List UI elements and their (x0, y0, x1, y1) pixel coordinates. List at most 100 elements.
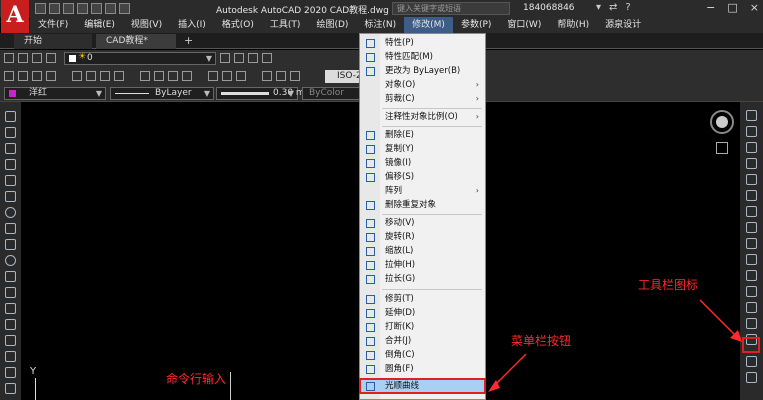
rotate-icon[interactable] (746, 206, 757, 217)
menu-item-fillet[interactable]: 圆角(F) (360, 362, 485, 376)
table-icon[interactable] (5, 383, 16, 394)
move-icon[interactable] (746, 190, 757, 201)
menu-item-blend-curves[interactable]: 光顺曲线 (359, 378, 486, 394)
continue-dim-icon[interactable] (168, 71, 178, 81)
layer-on-icon[interactable] (32, 53, 42, 63)
arc-icon[interactable] (5, 191, 16, 202)
layer-dropdown[interactable]: ☀ 0 ▼ (64, 52, 216, 65)
viewcube-center[interactable] (716, 116, 728, 128)
maximize-icon[interactable]: □ (727, 1, 737, 14)
array-icon[interactable] (746, 174, 757, 185)
polygon-icon[interactable] (5, 159, 16, 170)
menu-yuanquan[interactable]: 源泉设计 (597, 17, 649, 33)
menu-item-erase[interactable]: 删除(E) (360, 128, 485, 142)
linear-dim-icon[interactable] (4, 71, 14, 81)
rectangle-icon[interactable] (5, 175, 16, 186)
stretch-icon[interactable] (746, 238, 757, 249)
menu-help[interactable]: 帮助(H) (549, 17, 597, 33)
arc-length-icon[interactable] (32, 71, 42, 81)
diameter-dim-icon[interactable] (100, 71, 110, 81)
search-input[interactable]: 键入关键字或短语 (392, 2, 510, 15)
save-as-icon[interactable] (77, 3, 88, 14)
lineweight-dropdown[interactable]: 0.30 mm ▼ (216, 87, 313, 100)
break-icon[interactable] (746, 286, 757, 297)
ordinate-dim-icon[interactable] (46, 71, 56, 81)
tolerance-icon[interactable] (208, 71, 218, 81)
layer-state-icon[interactable] (18, 53, 28, 63)
erase-icon[interactable] (746, 110, 757, 121)
ellipse-arc-icon[interactable] (5, 271, 16, 282)
redo-icon[interactable] (119, 3, 130, 14)
layer-freeze-icon[interactable] (46, 53, 56, 63)
new-tab-button[interactable]: + (184, 34, 193, 47)
menu-item-chamfer[interactable]: 倒角(C) (360, 348, 485, 362)
app-logo[interactable]: A (1, 0, 29, 34)
menu-item-trim[interactable]: 修剪(T) (360, 292, 485, 306)
menu-item-stretch[interactable]: 拉伸(H) (360, 258, 485, 272)
menu-item-lengthen[interactable]: 拉长(G) (360, 272, 485, 286)
print-icon[interactable] (91, 3, 102, 14)
menu-item-properties[interactable]: 特性(P) (360, 36, 485, 50)
menu-item-move[interactable]: 移动(V) (360, 216, 485, 230)
make-current-icon[interactable] (220, 53, 230, 63)
center-mark-icon[interactable] (222, 71, 232, 81)
menu-item-offset[interactable]: 偏移(S) (360, 170, 485, 184)
menu-item-scale[interactable]: 缩放(L) (360, 244, 485, 258)
menu-edit[interactable]: 编辑(E) (76, 17, 123, 33)
scale-icon[interactable] (746, 222, 757, 233)
menu-dimension[interactable]: 标注(N) (356, 17, 404, 33)
undo-icon[interactable] (105, 3, 116, 14)
explode-icon[interactable] (746, 372, 757, 383)
radius-dim-icon[interactable] (72, 71, 82, 81)
dim-update-icon[interactable] (290, 71, 300, 81)
menu-parametric[interactable]: 参数(P) (453, 17, 499, 33)
navigation-bar-icon[interactable] (716, 142, 728, 154)
user-account[interactable]: 184068846 (523, 3, 575, 13)
line-icon[interactable] (5, 111, 16, 122)
dim-edit-icon[interactable] (262, 71, 272, 81)
polyline-icon[interactable] (5, 143, 16, 154)
layer-properties-icon[interactable] (4, 53, 14, 63)
exchange-icon[interactable]: ⇄ (609, 2, 617, 13)
tab-document[interactable]: CAD教程* (96, 34, 176, 49)
dim-style-dropdown[interactable]: ISO-2 (325, 70, 363, 83)
menu-item-object[interactable]: 对象(O) › (360, 78, 485, 92)
new-file-icon[interactable] (35, 3, 46, 14)
make-block-icon[interactable] (5, 303, 16, 314)
plotstyle-dropdown[interactable]: ByColor (302, 87, 360, 100)
menu-format[interactable]: 格式(O) (214, 17, 262, 33)
menu-draw[interactable]: 绘图(D) (308, 17, 356, 33)
menu-file[interactable]: 文件(F) (30, 17, 76, 33)
dim-space-icon[interactable] (182, 71, 192, 81)
tab-start[interactable]: 开始 (14, 34, 92, 49)
spline-icon[interactable] (5, 239, 16, 250)
angular-dim-icon[interactable] (114, 71, 124, 81)
color-dropdown[interactable]: 洋红 ▼ (4, 87, 106, 100)
revision-cloud-icon[interactable] (5, 223, 16, 234)
menu-modify[interactable]: 修改(M) (404, 17, 453, 33)
trim-icon[interactable] (746, 254, 757, 265)
menu-view[interactable]: 视图(V) (123, 17, 170, 33)
save-icon[interactable] (63, 3, 74, 14)
menu-item-match-properties[interactable]: 特性匹配(M) (360, 50, 485, 64)
hatch-icon[interactable] (5, 335, 16, 346)
close-icon[interactable]: × (750, 1, 759, 14)
extend-icon[interactable] (746, 270, 757, 281)
menu-item-array[interactable]: 阵列 › (360, 184, 485, 198)
construction-line-icon[interactable] (5, 127, 16, 138)
layer-previous-icon[interactable] (234, 53, 244, 63)
menu-item-annotative-scale[interactable]: 注释性对象比例(O) › (360, 110, 485, 124)
gradient-icon[interactable] (5, 351, 16, 362)
menu-item-copy[interactable]: 复制(Y) (360, 142, 485, 156)
join-icon[interactable] (746, 302, 757, 313)
dim-text-edit-icon[interactable] (276, 71, 286, 81)
help-icon[interactable]: ? (625, 2, 630, 13)
circle-icon[interactable] (5, 207, 16, 218)
offset-icon[interactable] (746, 158, 757, 169)
jogged-dim-icon[interactable] (86, 71, 96, 81)
chamfer-icon[interactable] (746, 318, 757, 329)
mirror-icon[interactable] (746, 142, 757, 153)
copy-icon[interactable] (746, 126, 757, 137)
menu-tools[interactable]: 工具(T) (262, 17, 309, 33)
menu-insert[interactable]: 插入(I) (170, 17, 214, 33)
